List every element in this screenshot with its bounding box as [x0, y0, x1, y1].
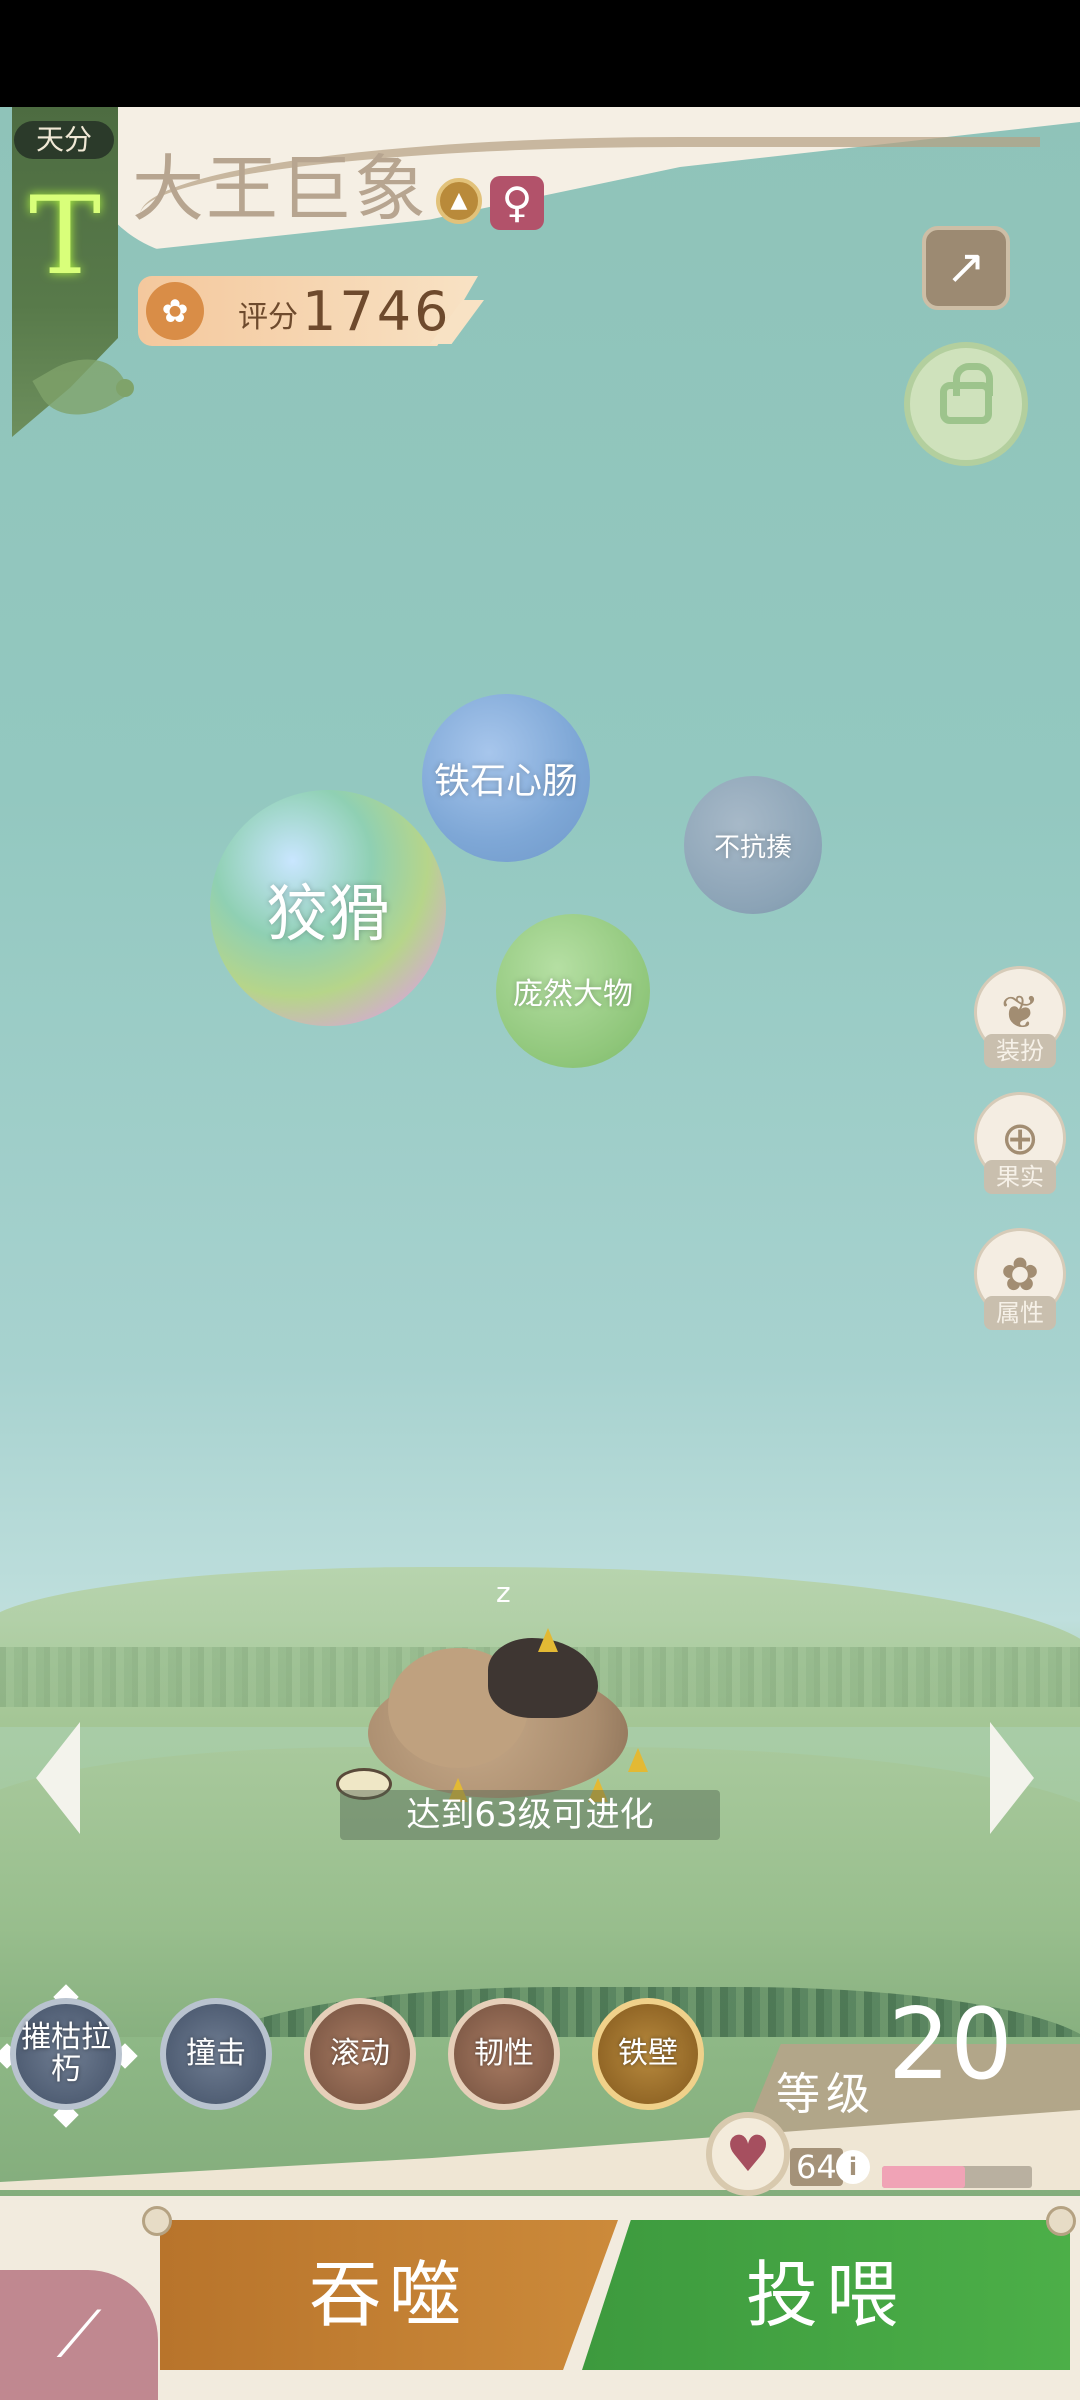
pet-name: 大王巨象 — [132, 147, 429, 231]
female-gender-icon: ♀ — [490, 176, 544, 230]
skill-slot[interactable]: 摧枯拉朽 — [10, 1998, 122, 2110]
trait-bubble[interactable]: 铁石心肠 — [422, 694, 590, 862]
next-pet-arrow-icon[interactable] — [990, 1722, 1034, 1834]
attributes-button[interactable]: ✿ 属性 — [974, 1228, 1066, 1332]
skill-slot[interactable]: 韧性 — [448, 1998, 560, 2110]
rank-badge-icon: ▲ — [436, 178, 482, 224]
level-label: 等级 — [776, 2069, 876, 2120]
share-icon: ↗ — [945, 239, 987, 295]
lock-icon — [940, 363, 993, 424]
slash-icon: ⟋ — [56, 2298, 102, 2372]
arrow-up-icon — [142, 2206, 172, 2236]
score-value: 1746 — [302, 280, 452, 343]
fruit-button[interactable]: ⊕ 果实 — [974, 1092, 1066, 1196]
skill-slot[interactable]: 铁壁 — [592, 1998, 704, 2110]
info-icon[interactable]: i — [836, 2150, 870, 2184]
leaf-dot — [116, 379, 134, 397]
previous-pet-arrow-icon[interactable] — [36, 1722, 80, 1834]
dress-button[interactable]: ❦ 装扮 — [974, 966, 1066, 1070]
devour-button[interactable]: 吞噬 — [160, 2220, 618, 2370]
score-label: 评分 — [238, 300, 298, 335]
back-button[interactable]: ⟋ — [0, 2270, 158, 2400]
trait-bubble[interactable]: 狡猾 — [210, 790, 446, 1026]
affection-value: 64 — [790, 2148, 843, 2186]
arrow-up-icon — [1046, 2206, 1076, 2236]
dress-label: 装扮 — [984, 1034, 1056, 1068]
affection-bar-fill — [882, 2166, 965, 2188]
trait-bubble[interactable]: 不抗揍 — [684, 776, 822, 914]
feed-button[interactable]: 投喂 — [582, 2220, 1070, 2370]
lock-button[interactable] — [904, 342, 1028, 466]
fruit-label: 果实 — [984, 1160, 1056, 1194]
score-pill: ✿ 评分 1746 — [138, 276, 478, 346]
tier-grade: T — [28, 174, 102, 299]
level-value: 20 — [888, 1988, 1013, 2102]
tier-banner: 天分 T — [12, 107, 134, 437]
status-bar — [0, 0, 1080, 107]
sleep-indicator: z — [496, 1576, 511, 1609]
heart-icon: ♥ — [706, 2112, 790, 2196]
skill-slot[interactable]: 滚动 — [304, 1998, 416, 2110]
tier-tag: 天分 — [14, 121, 114, 159]
affection-bar — [882, 2166, 1032, 2188]
share-button[interactable]: ↗ — [922, 226, 1010, 310]
attributes-label: 属性 — [984, 1296, 1056, 1330]
evolve-hint: 达到63级可进化 — [340, 1790, 720, 1840]
paw-icon: ✿ — [146, 282, 204, 340]
pet-sprite[interactable] — [336, 1628, 658, 1808]
trait-bubble[interactable]: 庞然大物 — [496, 914, 650, 1068]
skill-slot[interactable]: 撞击 — [160, 1998, 272, 2110]
